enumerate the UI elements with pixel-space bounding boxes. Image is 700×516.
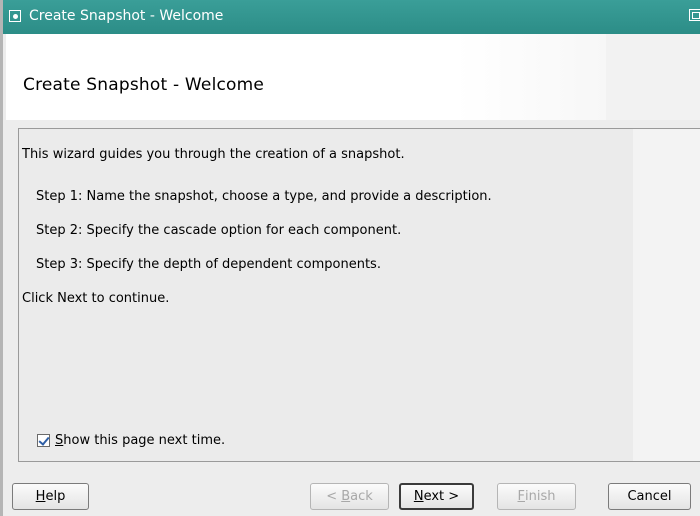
intro-text: This wizard guides you through the creat… (22, 147, 405, 162)
step-3-text: Step 3: Specify the depth of dependent c… (36, 257, 381, 272)
show-page-label[interactable]: Show this page next time. (55, 433, 225, 448)
page-title: Create Snapshot - Welcome (23, 75, 265, 95)
step-2-text: Step 2: Specify the cascade option for e… (36, 223, 402, 238)
checkmark-icon (38, 434, 50, 446)
maximize-icon[interactable] (689, 9, 700, 21)
show-page-option[interactable]: Show this page next time. (37, 433, 225, 448)
wizard-header: Create Snapshot - Welcome (6, 34, 700, 120)
cancel-button[interactable]: Cancel (608, 483, 691, 510)
continue-text: Click Next to continue. (22, 291, 170, 306)
window-menu-icon[interactable] (9, 10, 21, 22)
next-button[interactable]: Next > (399, 483, 474, 510)
show-page-checkbox[interactable] (37, 434, 50, 447)
back-button[interactable]: < Back (310, 483, 389, 510)
wizard-content-panel: This wizard guides you through the creat… (18, 128, 700, 462)
title-bar[interactable]: Create Snapshot - Welcome (3, 0, 700, 34)
panel-shade (633, 129, 700, 461)
window-title: Create Snapshot - Welcome (29, 8, 224, 24)
step-1-text: Step 1: Name the snapshot, choose a type… (36, 189, 492, 204)
finish-button[interactable]: Finish (497, 483, 576, 510)
wizard-window: Create Snapshot - Welcome Create Snapsho… (0, 0, 700, 516)
help-button[interactable]: Help (12, 483, 89, 510)
